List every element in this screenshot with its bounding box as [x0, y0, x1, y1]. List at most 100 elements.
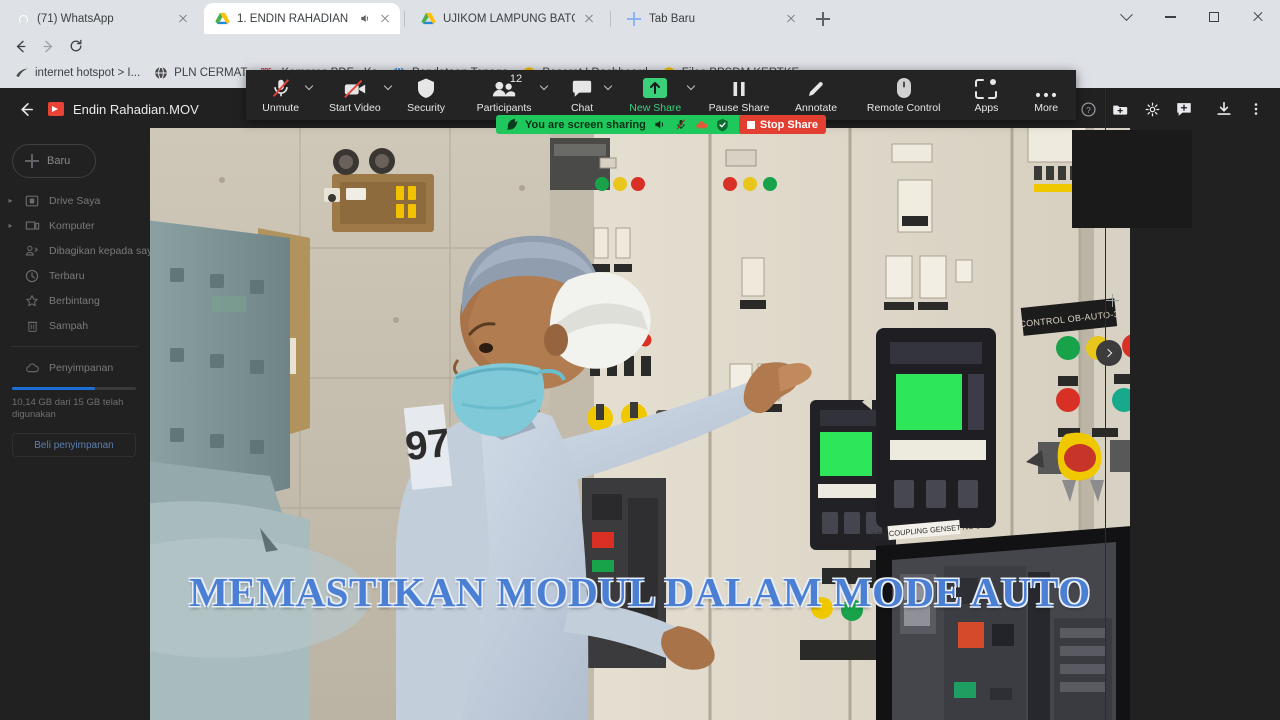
sidebar-item-sampah[interactable]: Sampah	[0, 313, 148, 338]
zoom-toolbar-label: Unmute	[262, 102, 300, 114]
reload-icon[interactable]	[62, 32, 90, 60]
zoom-unmute-button[interactable]: Unmute	[246, 70, 315, 120]
sidebar-item-label: Komputer	[49, 219, 95, 232]
sidebar-item-label: Berbintang	[49, 294, 100, 307]
mouse-icon	[896, 76, 912, 99]
settings-gear-icon[interactable]	[1138, 95, 1166, 123]
chevron-down-icon[interactable]	[686, 81, 695, 91]
help-icon[interactable]: ?	[1074, 95, 1102, 123]
whatsapp-icon	[15, 11, 30, 26]
zoom-toolbar-label: Participants	[476, 102, 532, 114]
tab-audio-icon[interactable]	[358, 12, 371, 25]
buy-storage-button[interactable]: Beli penyimpanan	[12, 433, 136, 458]
storage-progress-bar	[12, 387, 136, 390]
video-caption: MEMASTIKAN MODUL DALAM MODE AUTO	[189, 569, 1091, 615]
sidebar-item-komputer[interactable]: ▸ Komputer	[0, 213, 148, 238]
zoom-apps-button[interactable]: Apps	[957, 70, 1017, 120]
forward-arrow-icon	[34, 32, 62, 60]
back-arrow-icon[interactable]	[8, 91, 44, 127]
drive-sidebar: Baru ▸ Drive Saya ▸ Komputer Dibagikan k…	[0, 130, 158, 720]
shield-check-icon[interactable]	[716, 118, 730, 132]
video-stage: CONTROL OB-AUTO-3 ACB COUPLING GENSET NO…	[150, 128, 1130, 720]
plus-icon	[25, 154, 39, 168]
sidebar-item-drive-saya[interactable]: ▸ Drive Saya	[0, 188, 148, 213]
zoom-remote-control-button[interactable]: Remote Control	[851, 70, 957, 120]
participants-count: 12	[509, 73, 523, 85]
zoom-security-button[interactable]: Security	[394, 70, 458, 120]
tab-whatsapp[interactable]: (71) WhatsApp	[4, 3, 200, 34]
navigation-buttons	[6, 32, 90, 60]
chevron-right-icon[interactable]: ▸	[6, 196, 15, 205]
chevron-down-icon[interactable]	[1104, 0, 1148, 34]
video-player[interactable]: CONTROL OB-AUTO-3 ACB COUPLING GENSET NO…	[150, 128, 1130, 720]
zoom-toolbar-label: Security	[407, 102, 446, 114]
new-button[interactable]: Baru	[12, 144, 96, 178]
sidebar-item-berbintang[interactable]: Berbintang	[0, 288, 148, 313]
stop-share-button[interactable]: Stop Share	[738, 115, 826, 134]
zoom-toolbar-label: Apps	[974, 102, 999, 114]
close-icon[interactable]	[378, 12, 392, 26]
bookmark-label: internet hotspot > I...	[35, 67, 141, 79]
close-icon[interactable]	[582, 12, 596, 26]
zoom-pause-share-button[interactable]: Pause Share	[697, 70, 782, 120]
add-to-drive-icon[interactable]	[1106, 95, 1134, 123]
zoom-annotate-button[interactable]: Annotate	[781, 70, 850, 120]
speaker-icon[interactable]	[653, 118, 667, 132]
video-file-icon	[48, 102, 64, 116]
add-comment-icon[interactable]	[1170, 95, 1198, 123]
zoom-chat-button[interactable]: Chat	[550, 70, 614, 120]
drive-header-actions: ?	[1074, 88, 1270, 130]
svg-text:?: ?	[1086, 105, 1091, 114]
zoom-new-share-button[interactable]: New Share	[614, 70, 697, 120]
plus-icon[interactable]	[1106, 294, 1119, 307]
cloud-icon[interactable]	[695, 118, 709, 132]
minimize-icon[interactable]	[1148, 0, 1192, 34]
share-status-text: You are screen sharing	[525, 118, 646, 131]
next-arrow-icon[interactable]	[1096, 340, 1122, 366]
zoom-start-video-button[interactable]: Start Video	[315, 70, 394, 120]
chevron-down-icon[interactable]	[603, 81, 613, 91]
zoom-toolbar-label: Annotate	[795, 102, 838, 114]
drive-icon	[24, 193, 40, 209]
sidebar-item-label: Penyimpanan	[49, 361, 114, 374]
close-icon[interactable]	[176, 12, 190, 26]
tab-label: (71) WhatsApp	[37, 12, 114, 25]
tab-endin-rahadian[interactable]: 1. ENDIN RAHADIAN - Goog	[204, 3, 400, 34]
sidebar-item-dibagikan[interactable]: Dibagikan kepada saya	[0, 238, 158, 263]
mic-muted-icon[interactable]	[674, 118, 688, 132]
zoom-participants-button[interactable]: 12 Participants	[458, 70, 550, 120]
maximize-icon[interactable]	[1192, 0, 1236, 34]
zoom-participant-panel[interactable]: Bagus RD	[1072, 130, 1192, 228]
new-button-label: Baru	[47, 155, 71, 167]
tab-tab-baru[interactable]: Tab Baru	[616, 3, 806, 34]
back-arrow-icon[interactable]	[6, 32, 34, 60]
shield-icon	[416, 76, 436, 99]
microphone-muted-icon	[270, 76, 292, 99]
tab-label: 1. ENDIN RAHADIAN - Goog	[237, 12, 351, 25]
sidebar-item-penyimpanan[interactable]: Penyimpanan	[0, 355, 148, 380]
tab-ujikom-lampung[interactable]: UJIKOM LAMPUNG BATCH 2 - Go	[410, 3, 606, 34]
sidebar-item-terbaru[interactable]: Terbaru	[0, 263, 148, 288]
tab-separator	[404, 11, 405, 27]
download-icon[interactable]	[1210, 95, 1238, 123]
new-tab-button[interactable]	[812, 8, 834, 30]
chevron-down-icon[interactable]	[384, 81, 393, 91]
chevron-down-icon[interactable]	[305, 81, 314, 91]
more-vertical-icon[interactable]	[1242, 95, 1270, 123]
zoom-meeting-toolbar: Unmute Start Video Security 12 Participa…	[246, 70, 1076, 120]
bookmark-pln-cermat[interactable]: PLN CERMAT	[147, 63, 254, 83]
globe-icon	[154, 66, 168, 80]
star-icon	[24, 293, 40, 309]
chevron-down-icon[interactable]	[540, 81, 549, 91]
window-controls	[1104, 0, 1280, 34]
pencil-icon	[806, 76, 826, 99]
cloud-icon	[24, 360, 40, 376]
divider	[10, 346, 138, 347]
sidebar-item-label: Drive Saya	[49, 194, 101, 207]
bookmark-internet-hotspot[interactable]: internet hotspot > I...	[8, 63, 147, 83]
chevron-right-icon[interactable]: ▸	[6, 221, 15, 230]
zoom-more-button[interactable]: More	[1016, 70, 1076, 120]
close-icon[interactable]	[1236, 0, 1280, 34]
browser-toolbar: drive.google.com/drive/folders/1FAHMcVmD…	[0, 34, 1280, 91]
close-icon[interactable]	[784, 12, 798, 26]
